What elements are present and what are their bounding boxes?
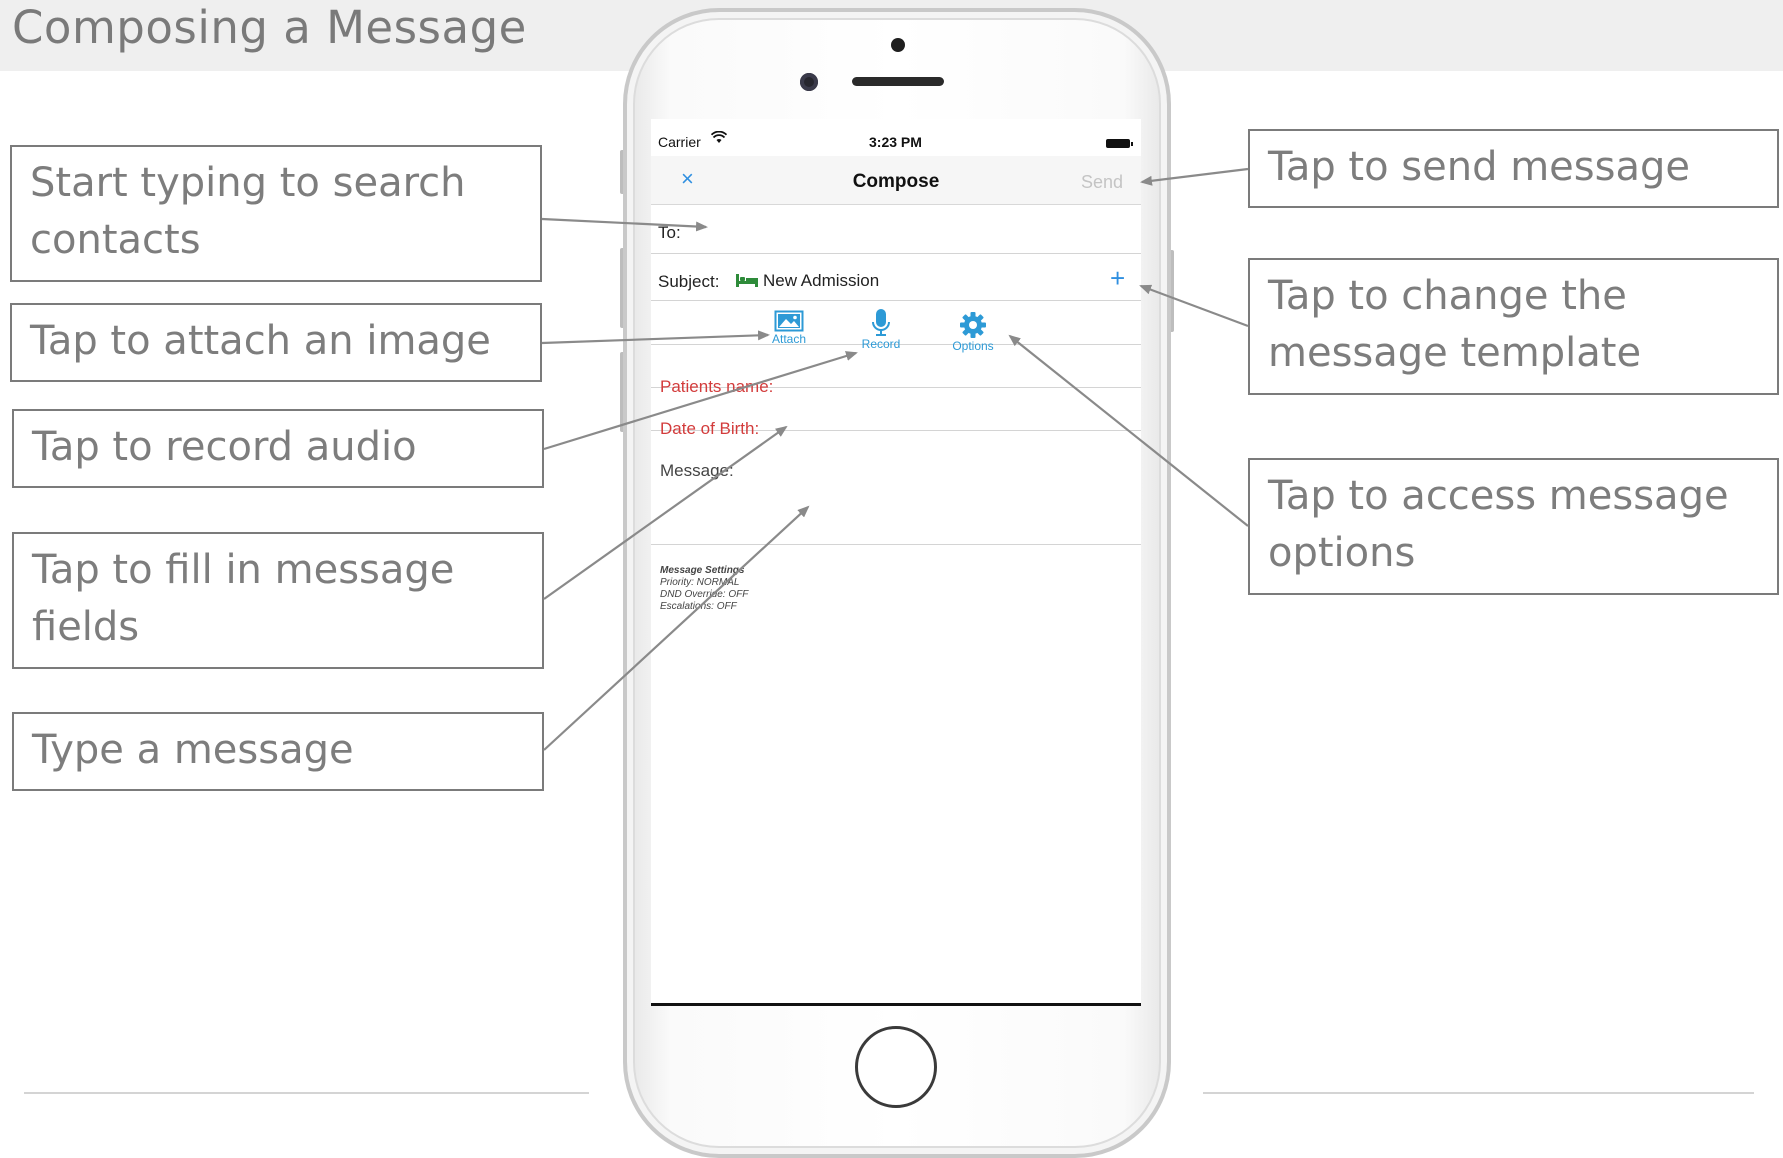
callout-attach-image: Tap to attach an image <box>10 303 542 382</box>
attach-button[interactable]: Attach <box>754 310 824 346</box>
callout-change-template: Tap to change the message template <box>1248 258 1779 395</box>
proximity-sensor <box>891 38 905 52</box>
microphone-icon <box>872 309 890 336</box>
gear-icon <box>960 312 986 338</box>
message-settings: Message Settings Priority: NORMAL DND Ov… <box>660 565 748 613</box>
image-icon <box>774 310 804 332</box>
earpiece-speaker <box>852 77 944 86</box>
carrier-label: Carrier <box>658 134 701 150</box>
settings-escalations: Escalations: OFF <box>660 601 737 612</box>
phone-screen: Carrier 3:23 PM × Compose Send To: Subje… <box>651 119 1141 1006</box>
settings-priority: Priority: NORMAL <box>660 577 740 588</box>
footer-divider-right <box>1203 1092 1754 1094</box>
plus-icon[interactable]: + <box>1110 263 1125 294</box>
to-field-row[interactable] <box>651 204 1141 254</box>
nav-bar: × Compose Send <box>651 156 1141 205</box>
subject-label: Subject: <box>658 272 720 291</box>
slide-title: Composing a Message <box>12 1 527 54</box>
bed-icon <box>736 274 758 287</box>
clock-time: 3:23 PM <box>869 134 922 150</box>
message-area[interactable] <box>651 430 1141 545</box>
send-button[interactable]: Send <box>1081 172 1123 193</box>
callout-type-message: Type a message <box>12 712 544 791</box>
settings-dnd: DND Override: OFF <box>660 589 749 600</box>
subject-template-value[interactable]: New Admission <box>763 271 879 291</box>
battery-icon <box>1106 139 1133 148</box>
home-button[interactable] <box>855 1026 937 1108</box>
callout-message-options: Tap to access message options <box>1248 458 1779 595</box>
callout-record-audio: Tap to record audio <box>12 409 544 488</box>
message-field-label: Message: <box>660 461 734 480</box>
settings-heading: Message Settings <box>660 565 745 576</box>
nav-title: Compose <box>852 171 940 192</box>
subject-row[interactable] <box>651 253 1141 301</box>
to-label: To: <box>658 223 681 242</box>
callout-fill-fields: Tap to fill in message fields <box>12 532 544 669</box>
wifi-icon <box>710 130 728 148</box>
callout-search-contacts: Start typing to search contacts <box>10 145 542 282</box>
footer-divider-left <box>24 1092 589 1094</box>
front-camera <box>800 73 818 91</box>
callout-send-message: Tap to send message <box>1248 129 1779 208</box>
status-bar: Carrier 3:23 PM <box>651 119 1141 150</box>
